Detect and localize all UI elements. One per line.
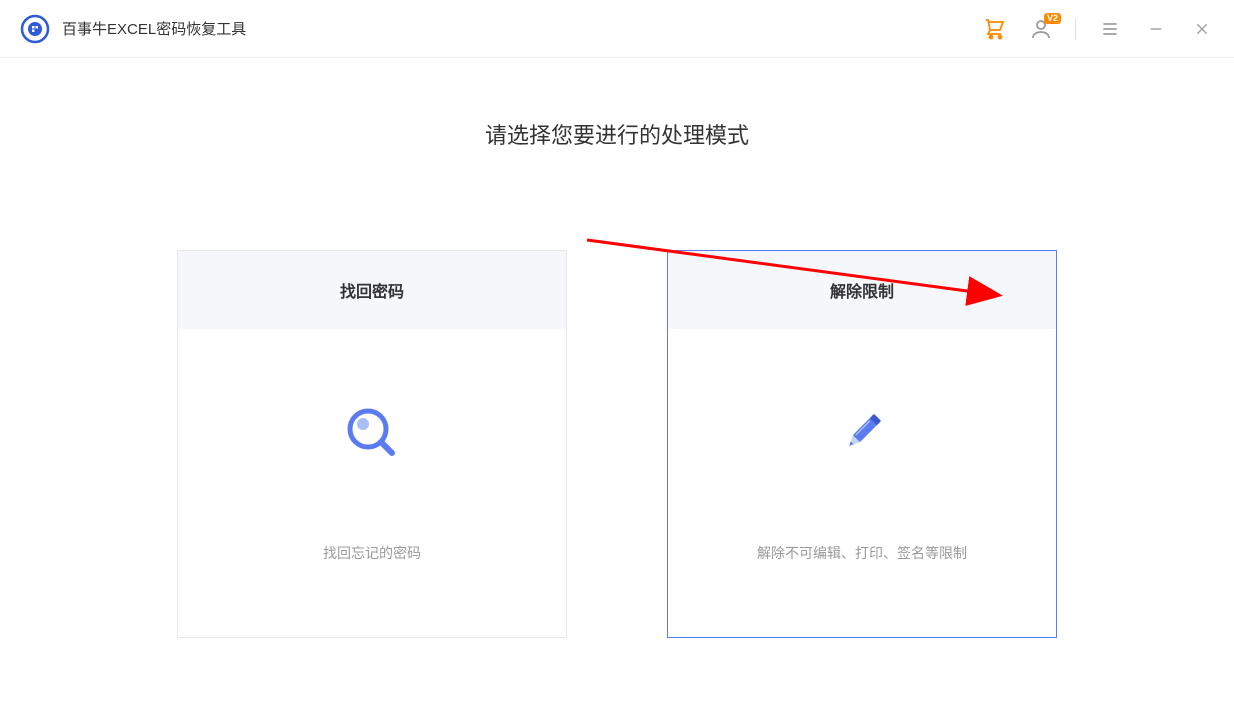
pencil-edit-icon bbox=[832, 403, 892, 463]
app-logo-icon bbox=[20, 14, 50, 44]
card-recover-password[interactable]: 找回密码 找回忘记的密码 bbox=[177, 250, 567, 638]
card-desc: 找回忘记的密码 bbox=[323, 543, 421, 563]
close-icon[interactable] bbox=[1190, 17, 1214, 41]
card-body: 找回忘记的密码 bbox=[178, 329, 566, 637]
titlebar: 百事牛EXCEL密码恢复工具 V2 bbox=[0, 0, 1234, 58]
card-title: 解除限制 bbox=[668, 251, 1056, 329]
app-title: 百事牛EXCEL密码恢复工具 bbox=[62, 18, 246, 39]
minimize-icon[interactable] bbox=[1144, 17, 1168, 41]
mode-cards: 找回密码 找回忘记的密码 解除限制 bbox=[177, 250, 1057, 638]
search-magnify-icon bbox=[342, 403, 402, 463]
page-heading: 请选择您要进行的处理模式 bbox=[485, 118, 749, 150]
main-content: 请选择您要进行的处理模式 找回密码 找回忘记的密码 解除限制 bbox=[0, 58, 1234, 638]
user-badge: V2 bbox=[1044, 13, 1061, 24]
cart-icon[interactable] bbox=[983, 17, 1007, 41]
user-icon[interactable]: V2 bbox=[1029, 17, 1053, 41]
titlebar-divider bbox=[1075, 18, 1076, 40]
card-body: 解除不可编辑、打印、签名等限制 bbox=[668, 329, 1056, 637]
card-remove-restriction[interactable]: 解除限制 解除不可编辑、打印、签名等限制 bbox=[667, 250, 1057, 638]
card-desc: 解除不可编辑、打印、签名等限制 bbox=[757, 543, 967, 563]
titlebar-right: V2 bbox=[983, 17, 1214, 41]
card-title: 找回密码 bbox=[178, 251, 566, 329]
menu-icon[interactable] bbox=[1098, 17, 1122, 41]
titlebar-left: 百事牛EXCEL密码恢复工具 bbox=[20, 14, 246, 44]
